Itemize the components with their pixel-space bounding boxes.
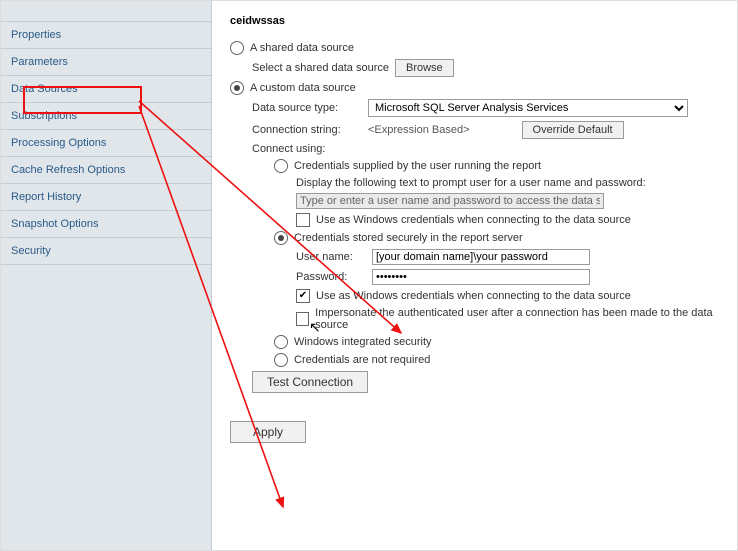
data-source-type-label: Data source type: xyxy=(252,102,362,114)
custom-data-source-radio[interactable] xyxy=(230,81,244,95)
sidebar-item-label: Cache Refresh Options xyxy=(11,164,125,176)
data-source-type-select[interactable]: Microsoft SQL Server Analysis Services xyxy=(368,99,688,117)
sidebar: Properties Parameters Data Sources Subsc… xyxy=(1,1,212,550)
content-pane: ceidwssas A shared data source Select a … xyxy=(212,1,737,550)
sidebar-item-label: Parameters xyxy=(11,56,68,68)
credentials-supplied-label: Credentials supplied by the user running… xyxy=(294,160,541,172)
impersonate-label: Impersonate the authenticated user after… xyxy=(315,307,719,331)
sidebar-item-security[interactable]: Security xyxy=(1,238,211,265)
shared-data-source-label: A shared data source xyxy=(250,42,354,54)
prompt-text-caption: Display the following text to prompt use… xyxy=(296,177,646,189)
impersonate-checkbox[interactable] xyxy=(296,312,309,326)
supplied-use-windows-label: Use as Windows credentials when connecti… xyxy=(316,214,631,226)
windows-integrated-label: Windows integrated security xyxy=(294,336,432,348)
sidebar-item-label: Report History xyxy=(11,191,81,203)
connection-string-label: Connection string: xyxy=(252,124,362,136)
password-input[interactable] xyxy=(372,269,590,285)
windows-integrated-radio[interactable] xyxy=(274,335,288,349)
credentials-supplied-radio[interactable] xyxy=(274,159,288,173)
connect-using-label: Connect using: xyxy=(252,143,325,155)
browse-button[interactable]: Browse xyxy=(395,59,454,77)
sidebar-item-data-sources[interactable]: Data Sources xyxy=(1,76,211,103)
custom-data-source-label: A custom data source xyxy=(250,82,356,94)
page-title: ceidwssas xyxy=(230,15,719,27)
override-default-button[interactable]: Override Default xyxy=(522,121,624,139)
apply-button[interactable]: Apply xyxy=(230,421,306,443)
sidebar-item-label: Data Sources xyxy=(11,83,78,95)
connection-string-value: <Expression Based> xyxy=(368,124,470,136)
test-connection-button[interactable]: Test Connection xyxy=(252,371,368,393)
sidebar-item-label: Subscriptions xyxy=(11,110,77,122)
sidebar-item-cache-refresh-options[interactable]: Cache Refresh Options xyxy=(1,157,211,184)
sidebar-item-snapshot-options[interactable]: Snapshot Options xyxy=(1,211,211,238)
supplied-use-windows-checkbox[interactable] xyxy=(296,213,310,227)
sidebar-item-parameters[interactable]: Parameters xyxy=(1,49,211,76)
sidebar-item-label: Security xyxy=(11,245,51,257)
sidebar-item-processing-options[interactable]: Processing Options xyxy=(1,130,211,157)
sidebar-item-label: Properties xyxy=(11,29,61,41)
user-name-input[interactable] xyxy=(372,249,590,265)
password-label: Password: xyxy=(296,271,366,283)
stored-use-windows-label: Use as Windows credentials when connecti… xyxy=(316,290,631,302)
user-name-label: User name: xyxy=(296,251,366,263)
sidebar-item-label: Processing Options xyxy=(11,137,106,149)
no-credentials-label: Credentials are not required xyxy=(294,354,430,366)
prompt-text-input[interactable] xyxy=(296,193,604,209)
select-shared-label: Select a shared data source xyxy=(252,62,389,74)
stored-use-windows-checkbox[interactable] xyxy=(296,289,310,303)
sidebar-item-report-history[interactable]: Report History xyxy=(1,184,211,211)
credentials-stored-radio[interactable] xyxy=(274,231,288,245)
sidebar-item-subscriptions[interactable]: Subscriptions xyxy=(1,103,211,130)
sidebar-item-label: Snapshot Options xyxy=(11,218,98,230)
sidebar-item-properties[interactable]: Properties xyxy=(1,21,211,49)
credentials-stored-label: Credentials stored securely in the repor… xyxy=(294,232,523,244)
shared-data-source-radio[interactable] xyxy=(230,41,244,55)
no-credentials-radio[interactable] xyxy=(274,353,288,367)
